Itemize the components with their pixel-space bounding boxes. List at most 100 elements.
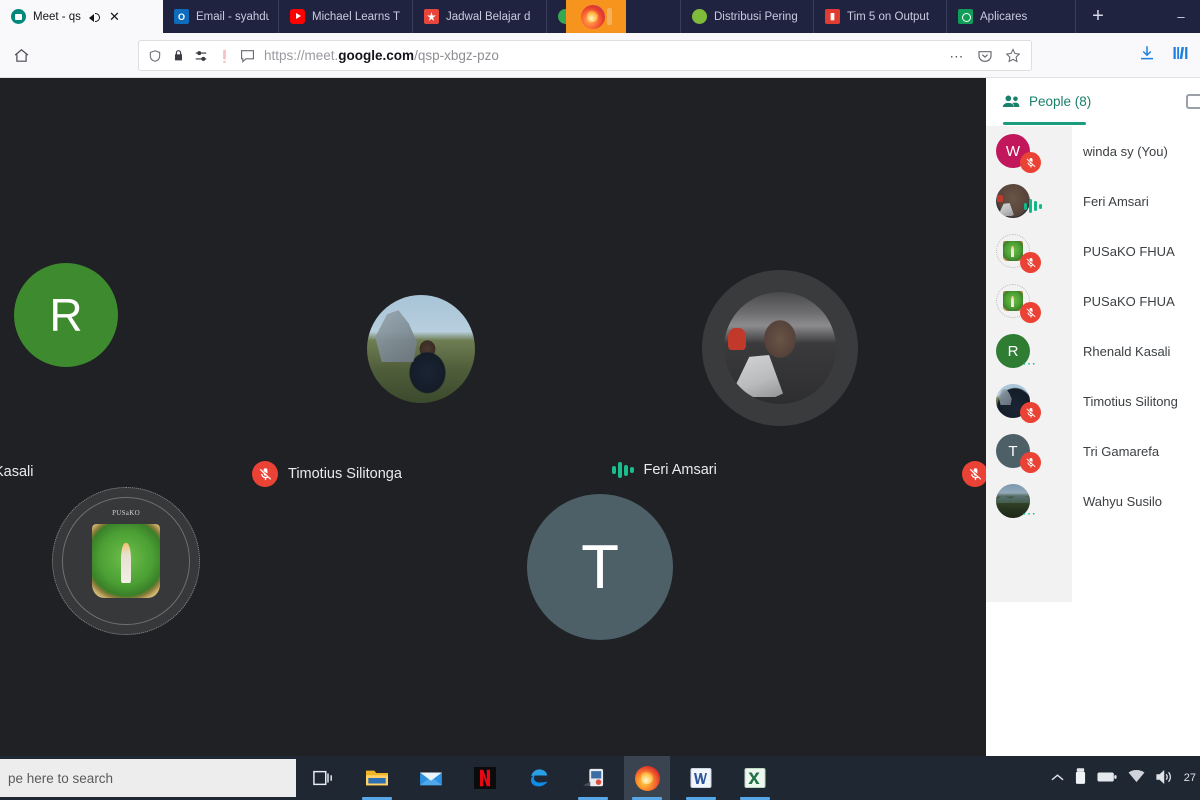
browser-tab-meet[interactable]: Meet - qs ✕	[0, 0, 163, 33]
firefox-icon[interactable]	[624, 756, 670, 800]
red-doc-icon: ▮	[825, 9, 840, 24]
tab-close-icon[interactable]: ✕	[108, 10, 120, 23]
bookmark-star-icon[interactable]	[1005, 48, 1021, 64]
firefox-icon-overlay[interactable]	[566, 0, 626, 33]
browser-tab-distribusi[interactable]: Distribusi Pering	[681, 0, 814, 33]
avatar-initial: R	[49, 289, 83, 341]
mic-off-icon	[962, 461, 986, 487]
avatar-cell: R ⋯	[986, 326, 1072, 376]
netflix-icon[interactable]	[462, 756, 508, 800]
system-tray: 27	[1051, 756, 1196, 800]
list-item[interactable]: PUSaKO FHUA	[986, 226, 1200, 276]
battery-icon[interactable]	[1097, 771, 1117, 786]
home-icon[interactable]	[2, 47, 40, 64]
wifi-icon[interactable]	[1128, 770, 1145, 786]
show-hidden-icons-chevron[interactable]	[1051, 771, 1064, 785]
tab-people[interactable]: People (8)	[1002, 78, 1091, 126]
list-item[interactable]: R ⋯ Rhenald Kasali	[986, 326, 1200, 376]
mail-icon[interactable]	[408, 756, 454, 800]
lock-icon[interactable]	[170, 48, 186, 64]
library-icon[interactable]	[1172, 44, 1190, 67]
tab-label: Distribusi Pering	[714, 10, 798, 23]
edge-icon[interactable]	[516, 756, 562, 800]
participant-name-rhenald: Kasali	[0, 464, 34, 480]
mic-off-icon	[1020, 452, 1041, 473]
list-item[interactable]: W winda sy (You)	[986, 126, 1200, 176]
usb-device-icon[interactable]	[1075, 767, 1086, 789]
tab-people-label: People (8)	[1029, 94, 1092, 109]
minimize-button[interactable]: –	[1170, 9, 1192, 24]
list-item[interactable]: Feri Amsari	[986, 176, 1200, 226]
mic-off-icon	[252, 461, 278, 487]
avatar-cell	[986, 226, 1072, 276]
participant-tile-pusako[interactable]: PUSaKO	[52, 483, 202, 635]
participant-tile-timotius[interactable]	[367, 215, 477, 403]
new-tab-button[interactable]: +	[1076, 0, 1120, 33]
tab-audio-playing-icon[interactable]	[88, 10, 101, 23]
shield-icon[interactable]	[147, 48, 163, 64]
tab-label: Jadwal Belajar d	[446, 10, 531, 23]
red-star-icon	[424, 9, 439, 24]
participant-name-clipped	[962, 461, 986, 487]
people-icon	[1002, 95, 1020, 108]
tracker-blocked-icon[interactable]	[216, 48, 232, 64]
firefox-icon	[580, 4, 605, 29]
volume-icon[interactable]	[1156, 769, 1173, 787]
list-item[interactable]: ⋯ Wahyu Susilo	[986, 476, 1200, 526]
participant-name: Feri Amsari	[1083, 193, 1149, 209]
more-dots-icon[interactable]: ⋯	[949, 49, 965, 63]
avatar-initial: T	[1008, 442, 1018, 460]
permissions-icon[interactable]	[193, 48, 209, 64]
browser-tab-youtube[interactable]: Michael Learns T	[279, 0, 413, 33]
tab-label: Email - syahdu	[196, 10, 269, 23]
reader-mode-icon[interactable]	[239, 48, 255, 64]
firefox-overlay-bar-icon	[606, 8, 612, 25]
browser-tab-jadwal[interactable]: Jadwal Belajar d	[413, 0, 547, 33]
window-controls: –	[1170, 0, 1200, 33]
search-placeholder: pe here to search	[8, 770, 114, 786]
mic-off-icon	[1020, 252, 1041, 273]
browser-navigation-bar: https://meet.google.com/qsp-xbgz-pzo ⋯	[0, 33, 1200, 78]
google-meet-icon	[11, 9, 26, 24]
more-options-icon[interactable]: ⋯	[1022, 506, 1038, 520]
downloads-icon[interactable]	[1138, 44, 1156, 67]
chat-icon[interactable]	[1186, 94, 1200, 109]
task-view-icon[interactable]	[300, 756, 346, 800]
windows-taskbar: pe here to search 27	[0, 756, 1200, 800]
browser-tab-aplicares[interactable]: Aplicares	[947, 0, 1076, 33]
tab-label: Aplicares	[980, 10, 1028, 23]
audio-level-icon	[1024, 198, 1042, 214]
participant-name: Tri Gamarefa	[1083, 443, 1160, 459]
more-options-icon[interactable]: ⋯	[1022, 356, 1038, 370]
participant-tile-feri[interactable]	[702, 190, 862, 426]
tab-label: Michael Learns T	[312, 10, 400, 23]
participant-tile-rhenald[interactable]: R	[0, 218, 154, 408]
search-input[interactable]: pe here to search	[0, 759, 296, 797]
browser-toolbar-right	[1138, 33, 1190, 78]
app-icon[interactable]	[570, 756, 616, 800]
participant-name-label: Timotius Silitonga	[288, 466, 402, 482]
pocket-icon[interactable]	[977, 48, 993, 64]
participant-list: W winda sy (You) Feri Amsari PUSaKO FHUA…	[986, 126, 1200, 756]
participant-name: winda sy (You)	[1083, 143, 1168, 159]
url-text[interactable]: https://meet.google.com/qsp-xbgz-pzo	[262, 48, 942, 63]
avatar: R	[14, 263, 118, 367]
url-bar[interactable]: https://meet.google.com/qsp-xbgz-pzo ⋯	[138, 40, 1032, 71]
participant-tile-tri[interactable]: T	[527, 493, 675, 641]
avatar: PUSaKO	[52, 487, 200, 635]
mic-off-icon	[1020, 402, 1041, 423]
taskbar-app-icons	[300, 756, 778, 800]
clock[interactable]: 27	[1184, 772, 1196, 784]
file-explorer-icon[interactable]	[354, 756, 400, 800]
browser-tab-tim5[interactable]: ▮ Tim 5 on Output	[814, 0, 947, 33]
excel-icon[interactable]	[732, 756, 778, 800]
word-icon[interactable]	[678, 756, 724, 800]
list-item[interactable]: Timotius Silitong	[986, 376, 1200, 426]
olive-dot-icon	[692, 9, 707, 24]
browser-tab-email[interactable]: O Email - syahdu	[163, 0, 279, 33]
avatar	[367, 295, 475, 403]
list-item[interactable]: PUSaKO FHUA	[986, 276, 1200, 326]
avatar-cell: W	[986, 126, 1072, 176]
participant-name-label: Kasali	[0, 464, 34, 480]
list-item[interactable]: T Tri Gamarefa	[986, 426, 1200, 476]
